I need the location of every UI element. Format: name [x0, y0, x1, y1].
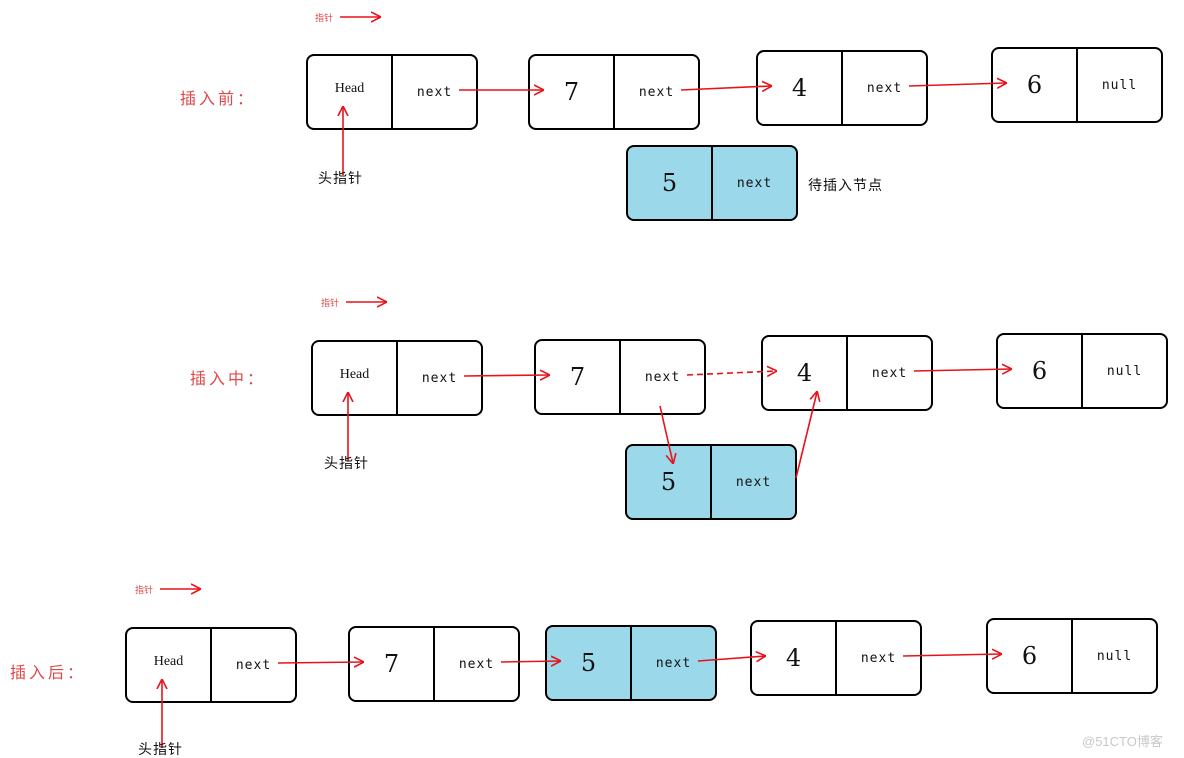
node-pointer-field: next: [459, 657, 494, 672]
linked-list-insertion-diagram: 插入前： 插入中： 插入后： 指针 指针 指针 Head next 7 next 4 ne…: [10, 0, 1168, 758]
pending-node: 5 next: [625, 444, 797, 520]
node-value: 5: [661, 468, 676, 496]
stage-label-during: 插入中：: [190, 369, 266, 388]
node-pointer-field: null: [1097, 649, 1132, 664]
node-pointer-field: next: [417, 85, 452, 100]
list-node: 6 null: [986, 618, 1158, 694]
node-value: Head: [335, 81, 365, 96]
node-pointer-field: null: [1102, 78, 1137, 93]
node-pointer-field: next: [656, 656, 691, 671]
node-value: 7: [564, 78, 579, 106]
node-value: 4: [797, 359, 812, 387]
node-pointer-field: next: [236, 658, 271, 673]
pointer-legend-label: 指针: [321, 297, 339, 309]
list-node: 7 next: [534, 339, 706, 415]
node-pointer-field: next: [867, 81, 902, 96]
node-pointer-field: next: [639, 85, 674, 100]
node-pointer-field: next: [645, 370, 680, 385]
pointer-legend-label: 指针: [315, 12, 333, 24]
node-pointer-field: next: [422, 371, 457, 386]
node-pointer-field: next: [736, 475, 771, 490]
list-node: 4 next: [756, 50, 928, 126]
node-value: 6: [1027, 71, 1042, 99]
stage-label-before: 插入前：: [180, 89, 256, 108]
list-node: 6 null: [991, 47, 1163, 123]
head-pointer-caption: 头指针: [138, 742, 183, 758]
pointer-legend: 指针: [321, 297, 386, 309]
node-value: 5: [581, 649, 596, 677]
node-pointer-field: null: [1107, 364, 1142, 379]
node-value: 7: [570, 363, 585, 391]
node-value: 6: [1022, 642, 1037, 670]
head-node: Head next: [306, 54, 478, 130]
node-value: 4: [786, 644, 801, 672]
list-node: 7 next: [348, 626, 520, 702]
node-value: 5: [662, 169, 677, 197]
node-pointer-field: next: [872, 366, 907, 381]
pointer-legend: 指针: [315, 12, 380, 24]
list-node: 7 next: [528, 54, 700, 130]
pointer-legend-label: 指针: [135, 584, 153, 596]
node-value: Head: [154, 654, 184, 669]
watermark: @51CTO博客: [1082, 734, 1163, 749]
next-pointer-arrow: [277, 662, 363, 663]
pending-node: 5 next: [626, 145, 798, 221]
next-pointer-arrow: [463, 375, 549, 376]
node-value: 6: [1032, 357, 1047, 385]
node-value: 7: [384, 650, 399, 678]
stage-label-after: 插入后：: [10, 663, 86, 682]
list-node: 4 next: [761, 335, 933, 411]
pending-node-caption: 待插入节点: [808, 178, 883, 194]
next-pointer-arrow: [500, 661, 560, 662]
head-node: Head next: [125, 627, 297, 703]
list-node: 6 null: [996, 333, 1168, 409]
head-pointer-caption: 头指针: [324, 456, 369, 472]
head-pointer-caption: 头指针: [318, 171, 363, 187]
head-node: Head next: [311, 340, 483, 416]
inserted-node: 5 next: [545, 625, 717, 701]
node-value: Head: [340, 367, 370, 382]
pointer-legend: 指针: [135, 584, 200, 596]
node-pointer-field: next: [861, 651, 896, 666]
node-pointer-field: next: [737, 176, 772, 191]
list-node: 4 next: [750, 620, 922, 696]
node-value: 4: [792, 74, 807, 102]
